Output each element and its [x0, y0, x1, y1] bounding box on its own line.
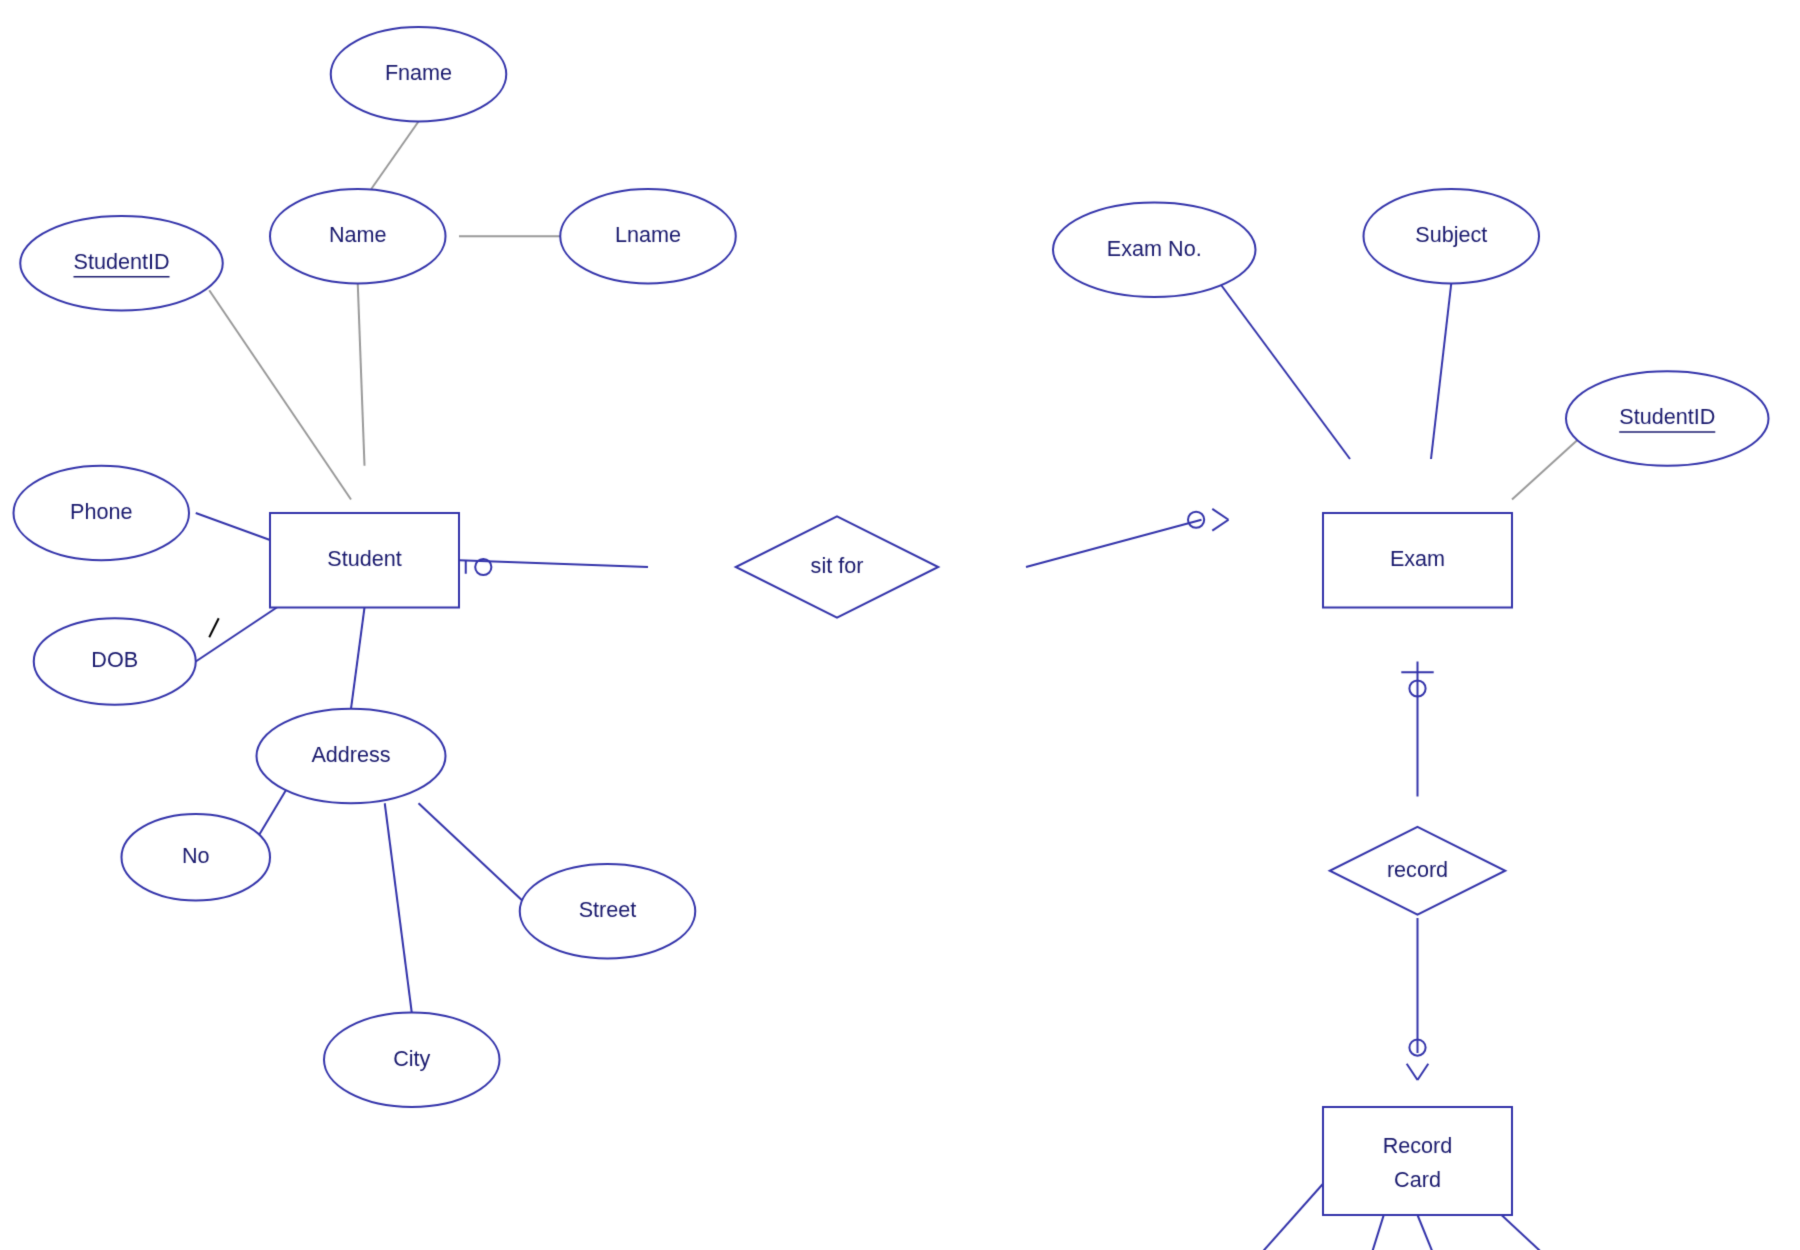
er-diagram	[0, 0, 1800, 1250]
